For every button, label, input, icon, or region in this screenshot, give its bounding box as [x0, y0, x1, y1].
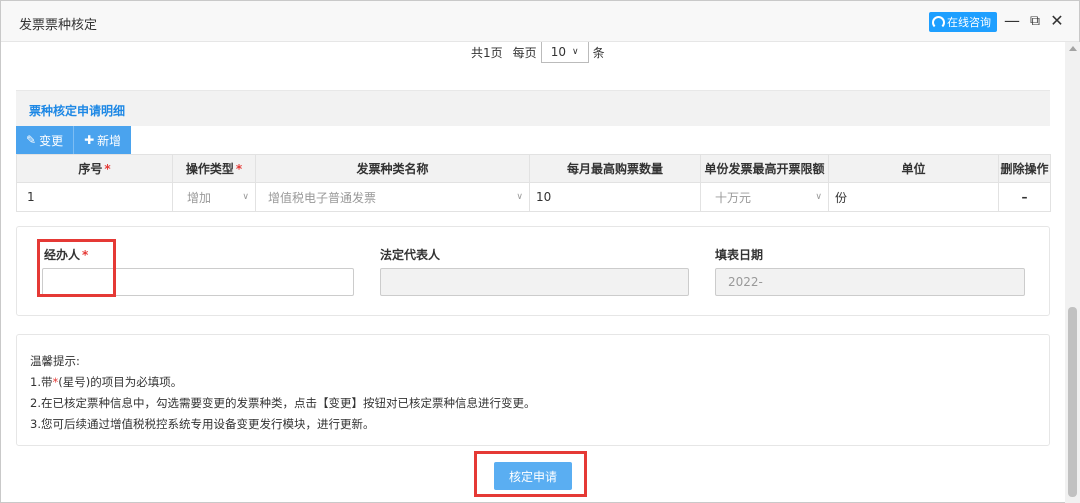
cell-index: 1: [16, 182, 173, 212]
tips-line-1: 1.带*(星号)的项目为必填项。: [30, 375, 183, 389]
col-header-limit: 单份发票最高开票限额: [700, 154, 829, 183]
table-header-row: 序号 * 操作类型 * 发票种类名称 每月最高购票数量 单份发票最高开票限额 单位 …: [16, 154, 1051, 183]
per-page-label: 每页: [512, 45, 537, 60]
monthly-max-input[interactable]: 10: [529, 182, 701, 212]
plus-icon: ✚: [84, 133, 95, 147]
applicant-form: 经办人 * 法定代表人 填表日期 2022-: [16, 226, 1050, 316]
tips-line-3: 3.您可后续通过增值税税控系统专用设备变更发行模块，进行更新。: [30, 417, 375, 431]
date-input: 2022-: [715, 268, 1025, 296]
tips-line-2: 2.在已核定票种信息中，勾选需要变更的发票种类，点击【变更】按钮对已核定票种信息…: [30, 396, 536, 410]
table-toolbar: ✎ 变更 ✚ 新增: [16, 126, 132, 154]
scroll-up-icon[interactable]: [1069, 46, 1077, 51]
col-header-op-type: 操作类型 *: [172, 154, 256, 183]
content-area: 共1页 每页 10 ∨ 条 票种核定申请明细 ✎ 变更 ✚ 新增 序号 * 操作…: [1, 42, 1065, 503]
legal-rep-label: 法定代表人: [380, 248, 441, 262]
highlight-box-handler: [37, 239, 116, 297]
cell-unit: 份: [828, 182, 999, 212]
col-header-unit: 单位: [828, 154, 999, 183]
pencil-icon: ✎: [26, 133, 37, 147]
total-pages: 共1页: [471, 45, 503, 60]
per-page-unit: 条: [592, 45, 605, 60]
col-header-delete: 删除操作: [998, 154, 1051, 183]
add-button[interactable]: ✚ 新增: [74, 126, 132, 154]
highlight-box-submit: [474, 451, 587, 497]
col-header-invoice-type: 发票种类名称: [255, 154, 530, 183]
legal-rep-input: [380, 268, 689, 296]
limit-value: 十万元: [715, 190, 752, 205]
col-header-monthly-max: 每月最高购票数量: [529, 154, 701, 183]
dialog-window: 发票票种核定 在线咨询 — ⧉ ✕ 共1页 每页 10 ∨ 条 票种核定申请明细…: [0, 0, 1080, 503]
col-header-index: 序号 *: [16, 154, 173, 183]
close-icon[interactable]: ✕: [1048, 11, 1066, 31]
date-label: 填表日期: [715, 248, 764, 262]
detail-table: 序号 * 操作类型 * 发票种类名称 每月最高购票数量 单份发票最高开票限额 单位 …: [16, 154, 1051, 212]
op-type-value: 增加: [187, 190, 212, 205]
chevron-down-icon: ∨: [242, 192, 249, 202]
chevron-down-icon: ∨: [516, 192, 523, 202]
chevron-down-icon: ∨: [572, 46, 579, 57]
scroll-thumb[interactable]: [1068, 307, 1077, 497]
change-button[interactable]: ✎ 变更: [16, 126, 75, 154]
online-consult-button[interactable]: 在线咨询: [929, 12, 997, 32]
vertical-scrollbar[interactable]: [1065, 42, 1080, 503]
online-consult-label: 在线咨询: [947, 16, 991, 29]
change-label: 变更: [39, 133, 64, 148]
tips-panel: 温馨提示: 1.带*(星号)的项目为必填项。 2.在已核定票种信息中，勾选需要变…: [16, 334, 1050, 446]
page-size-value: 10: [550, 44, 566, 59]
section-title: 票种核定申请明细: [29, 104, 126, 118]
invoice-type-select[interactable]: 增值税电子普通发票 ∨: [255, 182, 530, 212]
page-size-select[interactable]: 10 ∨: [540, 42, 589, 63]
invoice-type-value: 增值税电子普通发票: [268, 190, 377, 205]
minimize-icon[interactable]: —: [1003, 11, 1021, 31]
pagination: 共1页 每页 10 ∨ 条: [471, 42, 605, 63]
restore-icon[interactable]: ⧉: [1026, 11, 1044, 31]
op-type-select[interactable]: 增加 ∨: [172, 182, 256, 212]
headset-icon: [932, 15, 945, 29]
dialog-title: 发票票种核定: [19, 18, 98, 33]
tips-title: 温馨提示:: [30, 354, 80, 368]
section-header: 票种核定申请明细: [16, 90, 1050, 126]
chevron-down-icon: ∨: [815, 192, 822, 202]
limit-select[interactable]: 十万元 ∨: [700, 182, 829, 212]
title-bar: 发票票种核定 在线咨询 — ⧉ ✕: [1, 1, 1079, 42]
add-label: 新增: [97, 133, 122, 148]
table-row[interactable]: 1 增加 ∨ 增值税电子普通发票 ∨ 10 十万元 ∨ 份 –: [16, 182, 1051, 212]
delete-row-button[interactable]: –: [998, 182, 1051, 212]
